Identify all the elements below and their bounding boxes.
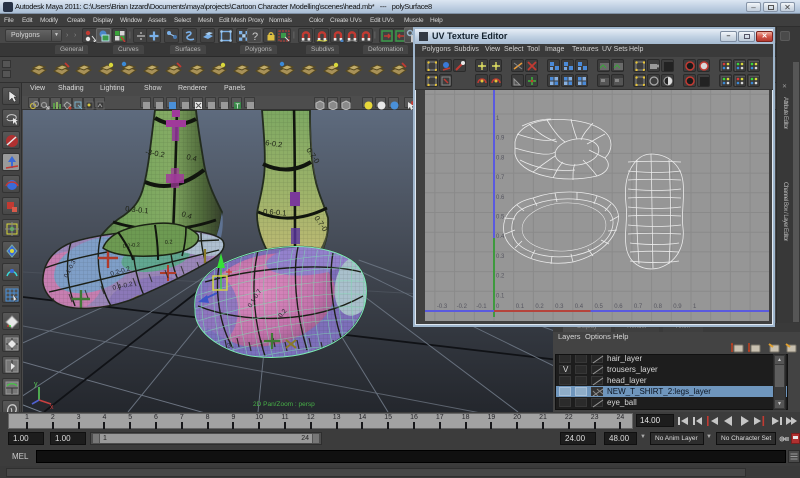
svg-text:0.2: 0.2 [165, 239, 173, 246]
svg-text:2D Pan/Zoom : persp: 2D Pan/Zoom : persp [253, 401, 315, 408]
svg-text:0.8: 0.8 [654, 304, 663, 310]
svg-text:x: x [50, 404, 54, 411]
svg-text:0.2: 0.2 [496, 274, 505, 280]
svg-text:?: ? [252, 31, 258, 43]
svg-text:0.6: 0.6 [496, 195, 505, 201]
svg-text:0.9: 0.9 [496, 136, 505, 142]
svg-text:y: y [34, 381, 38, 388]
svg-text:0.6-0.1: 0.6-0.1 [263, 207, 287, 218]
svg-text:0: 0 [496, 304, 500, 310]
svg-text:0.7: 0.7 [496, 175, 505, 181]
svg-text:-0.2: -0.2 [457, 304, 468, 310]
svg-text:0.1: 0.1 [496, 293, 505, 299]
svg-text:0.4: 0.4 [575, 304, 584, 310]
svg-text:-0.1: -0.1 [476, 304, 487, 310]
svg-text:0.8: 0.8 [496, 155, 505, 161]
svg-text:0.4: 0.4 [496, 234, 505, 240]
svg-text:1: 1 [496, 116, 500, 122]
svg-text:0.2: 0.2 [535, 304, 544, 310]
svg-text:0.5: 0.5 [496, 215, 505, 221]
svg-text:-0.3: -0.3 [437, 304, 448, 310]
svg-text:0.3: 0.3 [555, 304, 564, 310]
svg-text:0.7: 0.7 [634, 304, 643, 310]
svg-text:0.9: 0.9 [673, 304, 682, 310]
svg-text:0.6: 0.6 [614, 304, 623, 310]
svg-text:0.3: 0.3 [496, 254, 505, 260]
svg-text:0.5: 0.5 [595, 304, 604, 310]
svg-text:0.1: 0.1 [516, 304, 525, 310]
svg-text:1: 1 [693, 304, 697, 310]
